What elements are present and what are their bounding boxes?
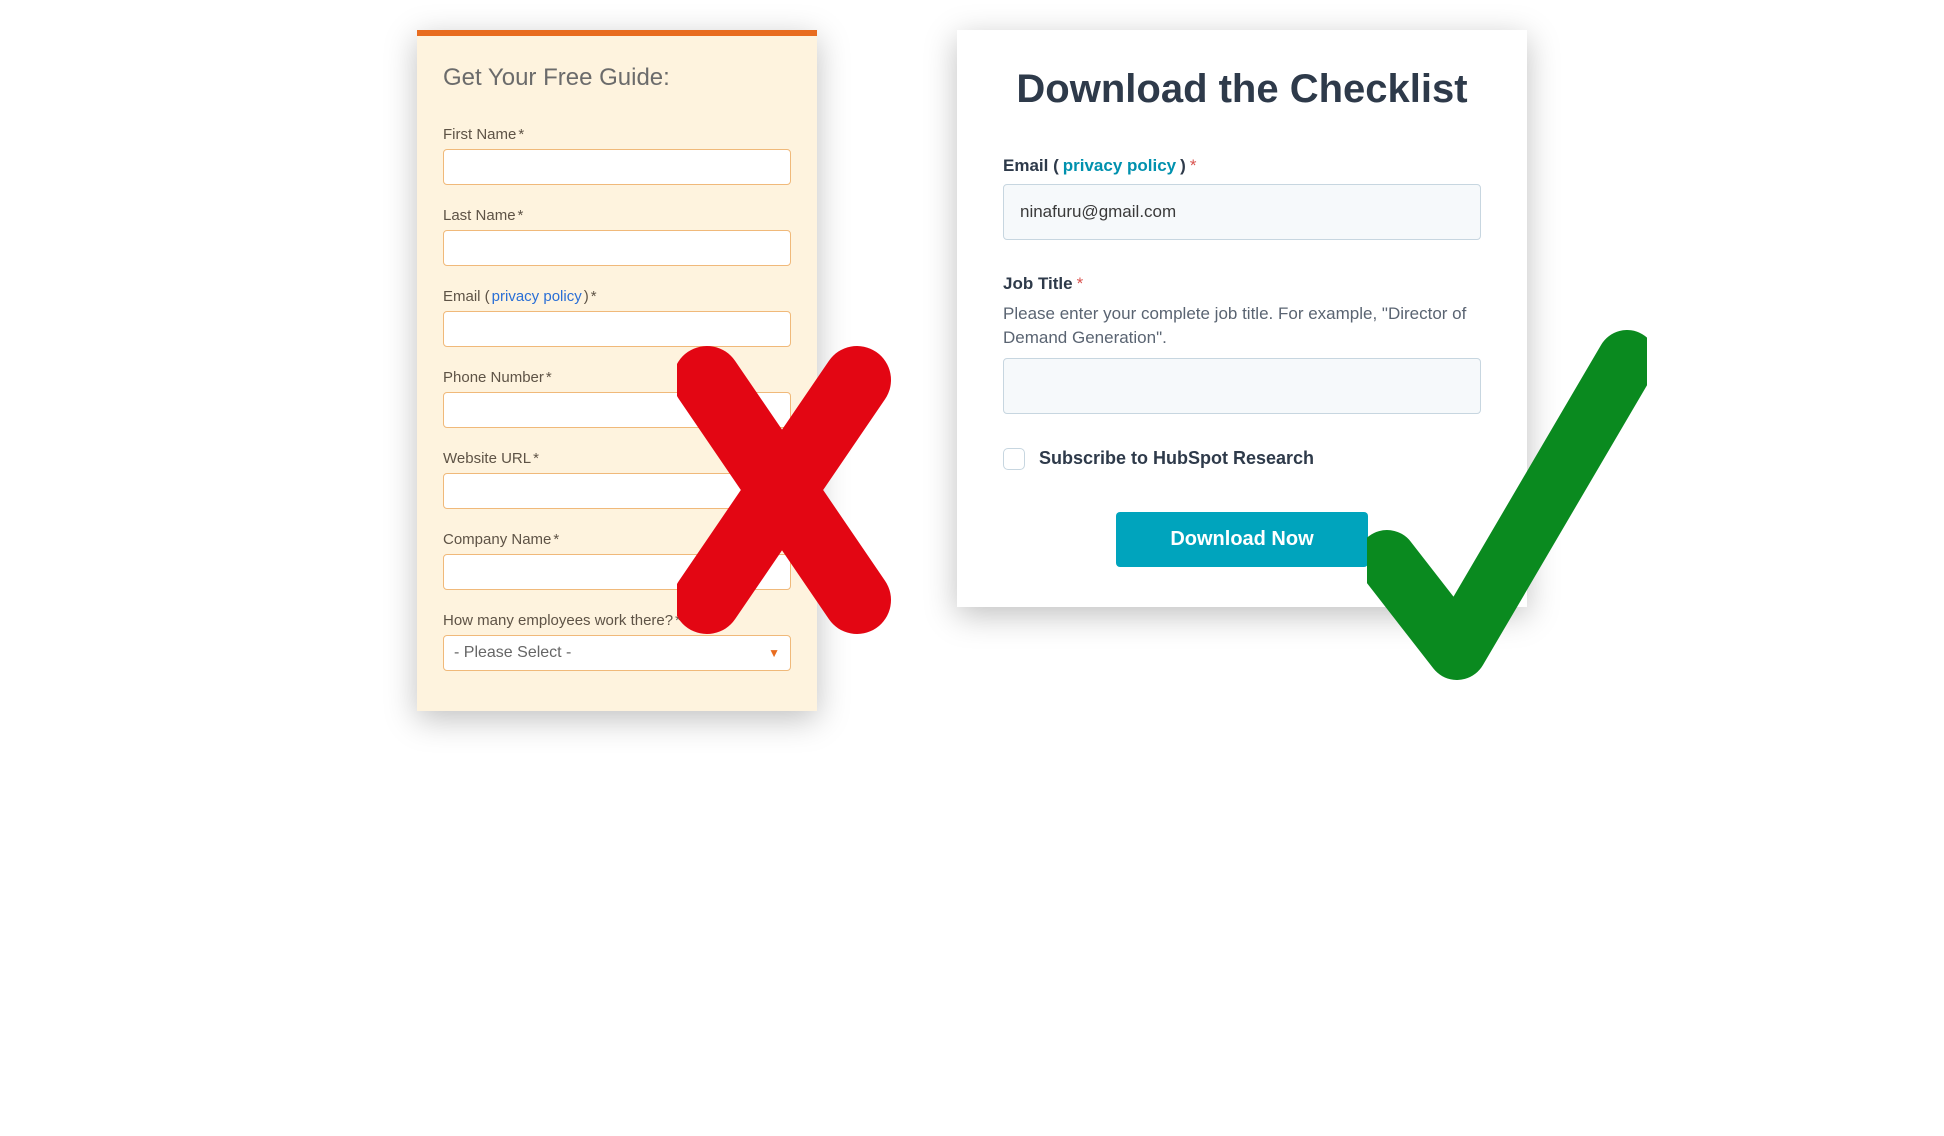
email-field-right: Email (privacy policy)* bbox=[1003, 156, 1481, 240]
email-label-pre-right: Email ( bbox=[1003, 156, 1059, 176]
required-marker: * bbox=[518, 126, 524, 143]
last-name-field: Last Name * bbox=[443, 207, 791, 266]
bad-form-panel: Get Your Free Guide: First Name * Last N… bbox=[417, 30, 817, 711]
email-field-left: Email ( privacy policy ) * bbox=[443, 288, 791, 347]
phone-input[interactable] bbox=[443, 392, 791, 428]
last-name-input[interactable] bbox=[443, 230, 791, 266]
subscribe-label: Subscribe to HubSpot Research bbox=[1039, 448, 1314, 469]
required-marker: * bbox=[518, 207, 524, 224]
employees-select[interactable]: - Please Select - ▼ bbox=[443, 635, 791, 671]
company-input[interactable] bbox=[443, 554, 791, 590]
chevron-down-icon: ▼ bbox=[768, 646, 780, 660]
job-title-input[interactable] bbox=[1003, 358, 1481, 414]
employees-selected: - Please Select - bbox=[454, 644, 571, 662]
job-title-label: Job Title bbox=[1003, 274, 1073, 294]
email-input-left[interactable] bbox=[443, 311, 791, 347]
required-marker: * bbox=[1190, 156, 1197, 176]
required-marker: * bbox=[546, 369, 552, 386]
employees-field: How many employees work there? * - Pleas… bbox=[443, 612, 791, 671]
privacy-policy-link-right[interactable]: privacy policy bbox=[1063, 156, 1176, 176]
company-field: Company Name * bbox=[443, 531, 791, 590]
right-form-card: Download the Checklist Email (privacy po… bbox=[957, 30, 1527, 607]
company-label: Company Name bbox=[443, 531, 551, 548]
phone-label: Phone Number bbox=[443, 369, 544, 386]
phone-field: Phone Number * bbox=[443, 369, 791, 428]
subscribe-checkbox[interactable] bbox=[1003, 448, 1025, 470]
website-label: Website URL bbox=[443, 450, 531, 467]
first-name-input[interactable] bbox=[443, 149, 791, 185]
job-title-help: Please enter your complete job title. Fo… bbox=[1003, 302, 1481, 350]
first-name-label: First Name bbox=[443, 126, 516, 143]
required-marker: * bbox=[675, 612, 681, 629]
required-marker: * bbox=[1077, 274, 1084, 294]
required-marker: * bbox=[591, 288, 597, 305]
right-form-title: Download the Checklist bbox=[1003, 66, 1481, 112]
email-label-pre: Email ( bbox=[443, 288, 490, 305]
required-marker: * bbox=[533, 450, 539, 467]
email-label-post: ) bbox=[584, 288, 589, 305]
download-now-button[interactable]: Download Now bbox=[1116, 512, 1367, 567]
good-form-panel: Download the Checklist Email (privacy po… bbox=[957, 30, 1527, 607]
privacy-policy-link-left[interactable]: privacy policy bbox=[492, 288, 582, 305]
required-marker: * bbox=[553, 531, 559, 548]
email-input-right[interactable] bbox=[1003, 184, 1481, 240]
first-name-field: First Name * bbox=[443, 126, 791, 185]
last-name-label: Last Name bbox=[443, 207, 516, 224]
left-form-title: Get Your Free Guide: bbox=[443, 36, 791, 126]
job-title-field: Job Title* Please enter your complete jo… bbox=[1003, 274, 1481, 414]
employees-label: How many employees work there? bbox=[443, 612, 673, 629]
subscribe-row: Subscribe to HubSpot Research bbox=[1003, 448, 1481, 470]
website-field: Website URL * bbox=[443, 450, 791, 509]
website-input[interactable] bbox=[443, 473, 791, 509]
left-form-card: Get Your Free Guide: First Name * Last N… bbox=[417, 30, 817, 711]
email-label-post-right: ) bbox=[1180, 156, 1186, 176]
